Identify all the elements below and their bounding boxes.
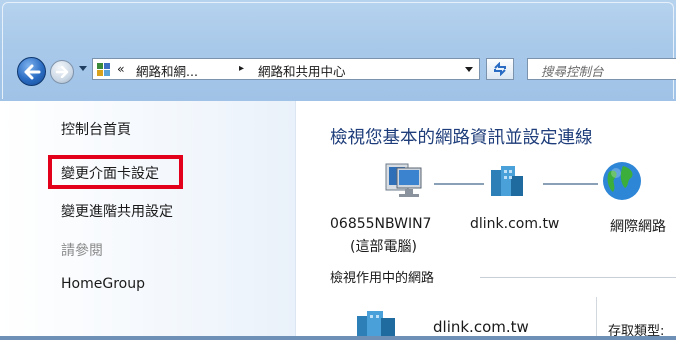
window-chrome (0, 0, 676, 101)
network-building-icon (357, 311, 395, 336)
address-bar[interactable]: « 網路和網... ▸ 網路和共用中心 (92, 58, 480, 80)
section-divider (480, 277, 676, 278)
control-panel-icon (97, 63, 110, 76)
network-name[interactable]: dlink.com.tw (470, 216, 559, 232)
breadcrumb-parent[interactable]: 網路和網... (136, 61, 198, 79)
breadcrumb-current[interactable]: 網路和共用中心 (258, 61, 346, 79)
breadcrumb-separator[interactable]: ▸ (239, 63, 244, 74)
active-network-name: dlink.com.tw (433, 318, 529, 336)
address-dropdown[interactable] (465, 67, 473, 72)
active-networks-heading: 檢視作用中的網路 (330, 271, 435, 286)
search-input[interactable]: 搜尋控制台 (527, 58, 676, 80)
back-button[interactable] (17, 57, 46, 86)
change-adapter-settings-link[interactable]: 變更介面卡設定 (61, 163, 159, 183)
connection-line-1 (434, 183, 484, 185)
globe-icon[interactable] (601, 160, 643, 202)
refresh-icon (494, 62, 506, 76)
internet-label[interactable]: 網際網路 (610, 216, 666, 236)
computer-icon[interactable] (383, 162, 429, 202)
back-arrow-icon (24, 64, 40, 79)
forward-arrow-icon (55, 66, 69, 78)
homegroup-link[interactable]: HomeGroup (61, 276, 145, 292)
bottom-edge (0, 336, 676, 340)
control-panel-home-link[interactable]: 控制台首頁 (61, 119, 131, 139)
connection-line-2 (543, 183, 598, 185)
refresh-button[interactable] (486, 58, 514, 80)
forward-button[interactable] (50, 60, 74, 84)
network-building-icon[interactable] (487, 164, 527, 200)
computer-name: 06855NBWIN7 (330, 216, 432, 232)
column-divider (596, 297, 597, 340)
breadcrumb-overflow-chevron[interactable]: « (117, 61, 125, 76)
window-frame (2, 2, 674, 99)
recent-pages-dropdown[interactable] (79, 66, 87, 71)
see-also-heading: 請參閱 (61, 243, 103, 259)
computer-note: (這部電腦) (350, 239, 417, 255)
advanced-sharing-settings-link[interactable]: 變更進階共用設定 (61, 201, 173, 221)
page-title: 檢視您基本的網路資訊並設定連線 (330, 128, 593, 148)
